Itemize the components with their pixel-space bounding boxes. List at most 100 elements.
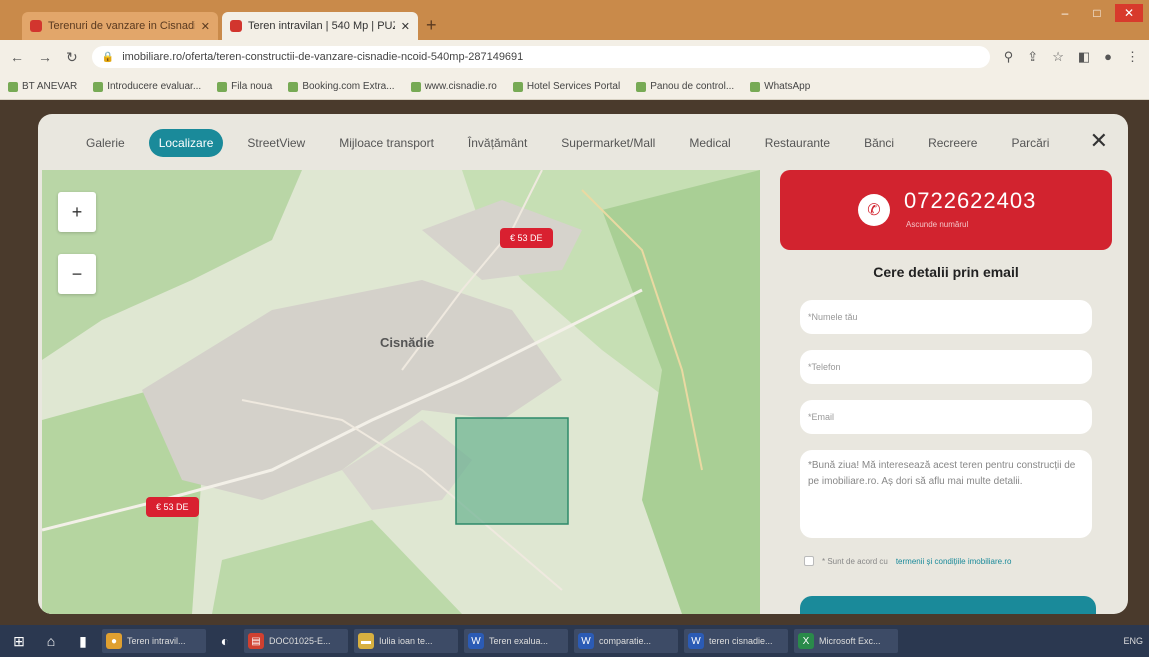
submit-button[interactable]: [800, 596, 1096, 614]
taskbar-app[interactable]: W Teren exalua...: [464, 629, 568, 653]
tab-invatamant[interactable]: Învățământ: [458, 129, 537, 157]
name-field[interactable]: *Numele tău: [800, 300, 1092, 334]
profile-icon[interactable]: ●: [1104, 49, 1112, 65]
bookmark-item[interactable]: Booking.com Extra...: [288, 81, 395, 92]
tab-galerie[interactable]: Galerie: [76, 129, 135, 157]
taskbar-app[interactable]: X Microsoft Exc...: [794, 629, 898, 653]
taskbar-app[interactable]: Wteren cisnadie...: [684, 629, 788, 653]
new-tab-button[interactable]: +: [426, 15, 437, 36]
address-bar[interactable]: 🔒 imobiliare.ro/oferta/teren-constructii…: [91, 46, 990, 68]
browser-toolbar: ← → ↻ 🔒 imobiliare.ro/oferta/teren-const…: [0, 40, 1149, 74]
terms-text: * Sunt de acord cu: [822, 556, 888, 566]
window-close-icon[interactable]: ✕: [1115, 4, 1143, 22]
tab-supermarket[interactable]: Supermarket/Mall: [551, 129, 665, 157]
tab-parcari[interactable]: Parcări: [1001, 129, 1059, 157]
system-tray-language[interactable]: ENG: [1123, 636, 1143, 646]
browser-tabstrip: Terenuri de vanzare in Cisnadie ✕ Teren …: [0, 0, 1149, 40]
favicon-icon: [30, 20, 42, 32]
close-tab-icon[interactable]: ✕: [401, 20, 410, 33]
word-icon: W: [688, 633, 704, 649]
taskbar-app[interactable]: ● Teren intravil...: [102, 629, 206, 653]
taskbar-app[interactable]: ▤ DOC01025-E...: [244, 629, 348, 653]
close-modal-icon[interactable]: ✕: [1090, 128, 1108, 154]
tab-label: Teren intravilan | 540 Mp | PUZ A: [248, 20, 395, 32]
map-price-pin[interactable]: € 53 DE: [146, 497, 199, 517]
bookmark-item[interactable]: www.cisnadie.ro: [410, 81, 497, 92]
message-textarea[interactable]: *Bună ziua! Mă interesează acest teren p…: [800, 450, 1092, 538]
bookmark-icon: [288, 81, 299, 92]
email-field[interactable]: *Email: [800, 400, 1092, 434]
zoom-in-button[interactable]: +: [58, 192, 96, 232]
taskbar-app[interactable]: Wcomparatie...: [574, 629, 678, 653]
bookmark-icon: [217, 81, 228, 92]
window-controls: – □ ✕: [1051, 4, 1143, 22]
terms-row: * Sunt de acord cu termenii și condițiil…: [804, 556, 1011, 566]
back-icon[interactable]: ←: [10, 49, 24, 65]
location-map[interactable]: + − Cisnădie € 53 DE € 53 DE: [42, 170, 760, 614]
tab-recreere[interactable]: Recreere: [918, 129, 987, 157]
tab-streetview[interactable]: StreetView: [237, 129, 315, 157]
bookmark-icon: [750, 81, 761, 92]
edge-icon[interactable]: ◐: [212, 630, 238, 652]
file-explorer-icon[interactable]: ▮: [70, 630, 96, 652]
bookmark-item[interactable]: WhatsApp: [750, 81, 810, 92]
bookmark-icon: [93, 81, 104, 92]
home-icon[interactable]: ⌂: [38, 630, 64, 652]
lock-icon: 🔒: [101, 51, 115, 63]
extensions-icon[interactable]: ◧: [1078, 49, 1090, 65]
bookmark-icon: [512, 81, 523, 92]
minimize-icon[interactable]: –: [1051, 4, 1079, 22]
browser-tab-2[interactable]: Teren intravilan | 540 Mp | PUZ A ✕: [222, 12, 418, 40]
map-canvas: [42, 170, 760, 614]
bookmark-item[interactable]: Fila noua: [217, 81, 272, 92]
contact-panel: ✆ 0722622403 Ascunde numărul Cere detali…: [778, 170, 1118, 614]
pdf-icon: ▤: [248, 633, 264, 649]
url-text: imobiliare.ro/oferta/teren-constructii-d…: [122, 51, 524, 63]
close-tab-icon[interactable]: ✕: [201, 20, 210, 33]
tab-medical[interactable]: Medical: [679, 129, 740, 157]
tab-transport[interactable]: Mijloace transport: [329, 129, 444, 157]
bookmark-item[interactable]: Panou de control...: [636, 81, 734, 92]
menu-icon[interactable]: ⋮: [1126, 49, 1139, 65]
reload-icon[interactable]: ↻: [66, 49, 78, 66]
form-title: Cere detalii prin email: [873, 264, 1019, 280]
browser-tab-1[interactable]: Terenuri de vanzare in Cisnadie ✕: [22, 12, 218, 40]
bookmarks-bar: BT ANEVAR Introducere evaluar... Fila no…: [0, 74, 1149, 100]
phone-field[interactable]: *Telefon: [800, 350, 1092, 384]
excel-icon: X: [798, 633, 814, 649]
phone-subtext[interactable]: Ascunde numărul: [906, 220, 968, 229]
tab-localizare[interactable]: Localizare: [148, 129, 224, 157]
tab-restaurante[interactable]: Restaurante: [755, 129, 840, 157]
word-icon: W: [578, 633, 594, 649]
bookmark-icon: [410, 81, 421, 92]
favicon-icon: [230, 20, 242, 32]
modal-tabs: Galerie Localizare StreetView Mijloace t…: [38, 114, 1128, 172]
windows-start-icon[interactable]: ⊞: [6, 630, 32, 652]
taskbar-app[interactable]: ▬ Iulia ioan te...: [354, 629, 458, 653]
map-city-label: Cisnădie: [380, 335, 435, 350]
bookmark-icon: [636, 81, 647, 92]
terms-link[interactable]: termenii și condițiile imobiliare.ro: [896, 557, 1012, 566]
terms-checkbox[interactable]: [804, 556, 814, 566]
folder-icon: ▬: [358, 633, 374, 649]
star-icon[interactable]: ☆: [1052, 49, 1064, 65]
phone-icon: ✆: [858, 194, 890, 226]
maximize-icon[interactable]: □: [1083, 4, 1111, 22]
map-price-pin[interactable]: € 53 DE: [500, 228, 553, 248]
bookmark-item[interactable]: Hotel Services Portal: [512, 81, 620, 92]
listing-modal: Galerie Localizare StreetView Mijloace t…: [38, 114, 1128, 614]
bookmark-item[interactable]: BT ANEVAR: [8, 81, 77, 92]
phone-number: 0722622403: [904, 188, 1037, 213]
phone-card[interactable]: ✆ 0722622403 Ascunde numărul: [780, 170, 1112, 250]
forward-icon[interactable]: →: [38, 49, 52, 65]
windows-taskbar: ⊞ ⌂ ▮ ● Teren intravil... ◐ ▤ DOC01025-E..…: [0, 625, 1149, 657]
bookmark-icon: [8, 81, 18, 92]
tab-label: Terenuri de vanzare in Cisnadie: [48, 20, 195, 32]
share-icon[interactable]: ⇪: [1027, 49, 1038, 65]
zoom-out-button[interactable]: −: [58, 254, 96, 294]
tab-banci[interactable]: Bănci: [854, 129, 904, 157]
bookmark-item[interactable]: Introducere evaluar...: [93, 81, 201, 92]
chrome-icon: ●: [106, 633, 122, 649]
search-icon[interactable]: ⚲: [1004, 49, 1014, 65]
word-icon: W: [468, 633, 484, 649]
